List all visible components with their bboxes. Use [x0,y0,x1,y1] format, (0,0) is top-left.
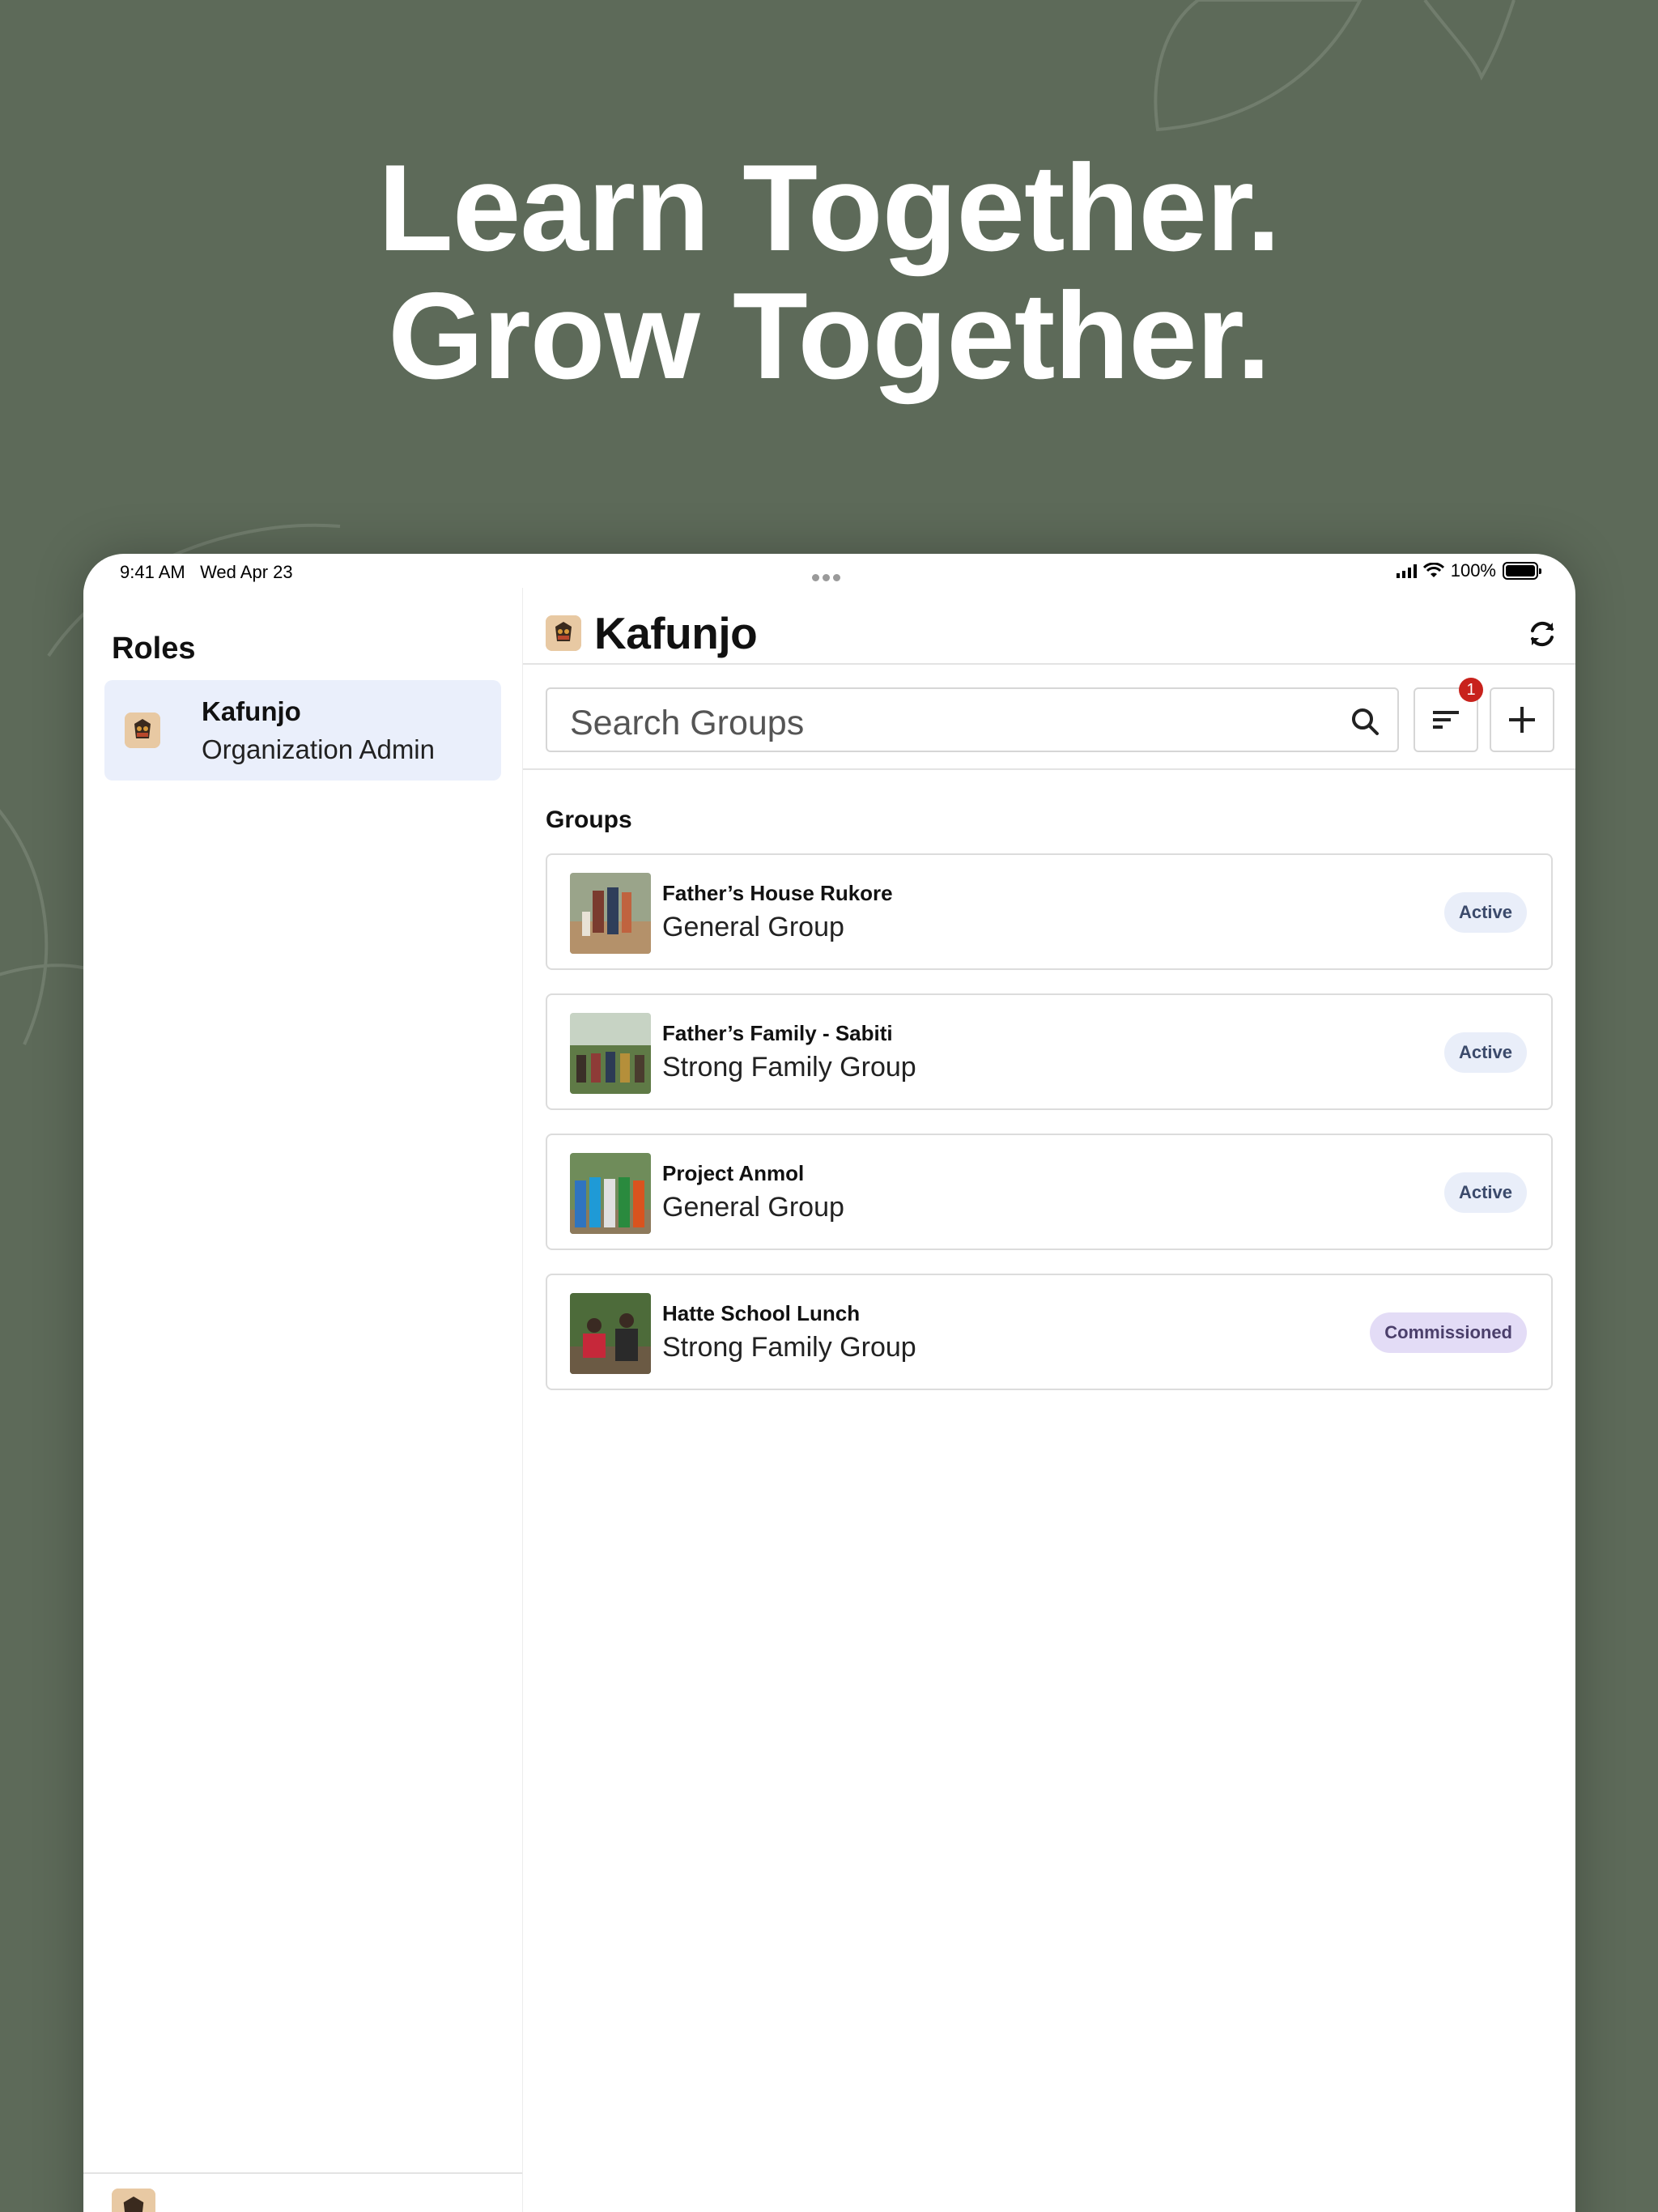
role-name: Kafunjo [202,696,301,726]
account-avatar[interactable] [112,2189,155,2212]
refresh-button[interactable] [1520,612,1564,656]
group-type: General Group [662,1192,844,1223]
search-placeholder: Search Groups [570,704,805,742]
status-bar: 9:41 AM Wed Apr 23 100% [83,554,1575,588]
role-type: Organization Admin [202,734,435,764]
refresh-icon [1531,621,1554,647]
search-input[interactable]: Search Groups [546,687,1399,752]
search-icon [1352,708,1379,735]
main-pane: Kafunjo Search Groups 1 Groups Father’s … [523,588,1575,2212]
status-badge: Active [1443,1172,1527,1213]
group-type: General Group [662,912,844,942]
tablet-screen: 9:41 AM Wed Apr 23 100% Roles Kafunjo Or… [83,554,1575,2212]
filter-count-badge: 1 [1459,678,1483,702]
signal-icon [1396,564,1417,578]
filter-sort-icon [1433,711,1459,729]
plus-icon [1509,707,1535,733]
status-badge: Active [1443,1032,1527,1073]
main-header: Kafunjo [523,588,1575,665]
hero-headline: Learn Together. Grow Together. [0,144,1658,400]
group-photo [570,1013,651,1094]
roles-sidebar: Roles Kafunjo Organization Admin [83,588,522,2212]
group-title: Father’s House Rukore [662,881,893,905]
organization-logo-icon [125,713,160,748]
roles-title: Roles [112,632,196,666]
group-title: Hatte School Lunch [662,1301,861,1325]
multitasking-dots[interactable] [812,565,844,581]
status-badge: Active [1443,892,1527,933]
filter-button[interactable]: 1 [1414,678,1483,752]
role-item-kafunjo[interactable]: Kafunjo Organization Admin [104,680,501,781]
group-type: Strong Family Group [662,1052,916,1083]
group-title: Project Anmol [662,1161,805,1185]
headline-line-1: Learn Together. [378,139,1281,277]
group-photo [570,873,651,954]
wifi-icon [1422,563,1444,577]
group-card[interactable]: Father’s House Rukore General Group Acti… [546,853,1553,970]
group-photo [570,1153,651,1234]
status-indicators: 100% [1396,560,1541,581]
group-card[interactable]: Project Anmol General Group Active [546,1134,1553,1250]
groups-section-title: Groups [546,806,632,833]
status-badge: Commissioned [1370,1312,1527,1353]
page-title: Kafunjo [594,608,758,658]
organization-logo-icon [546,615,581,651]
add-group-button[interactable] [1490,687,1554,752]
group-type: Strong Family Group [662,1332,916,1363]
group-title: Father’s Family - Sabiti [662,1021,893,1045]
battery-icon [1503,562,1541,580]
battery-percent: 100% [1450,560,1496,581]
group-card[interactable]: Father’s Family - Sabiti Strong Family G… [546,993,1553,1110]
group-photo [570,1293,651,1374]
status-time: 9:41 AM Wed Apr 23 [120,562,293,582]
sidebar-divider [83,2172,522,2174]
search-toolbar: Search Groups 1 [523,666,1575,770]
headline-line-2: Grow Together. [388,267,1270,405]
group-card[interactable]: Hatte School Lunch Strong Family Group C… [546,1274,1553,1390]
